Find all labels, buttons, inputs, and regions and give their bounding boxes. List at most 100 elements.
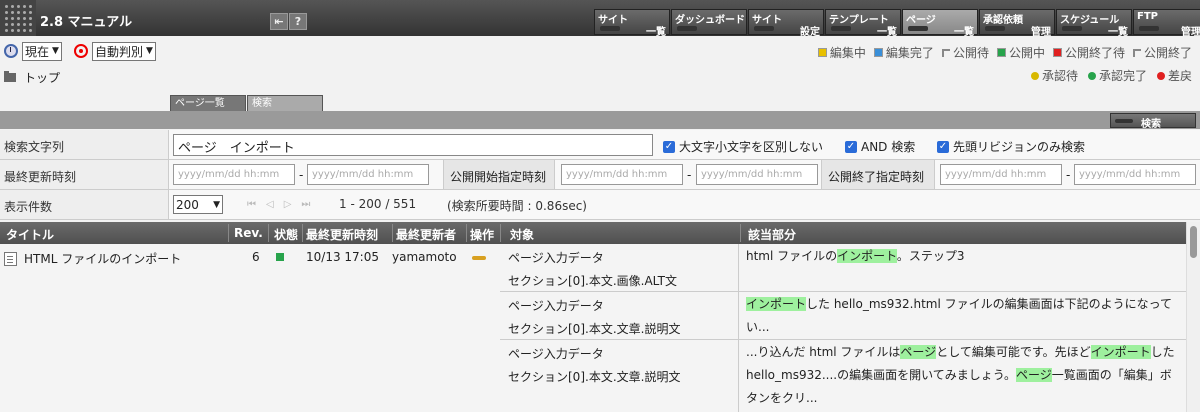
status-legend: 編集中 編集完了 公開待 公開中 公開終了待 公開終了 [817,44,1192,61]
legend-item: 差戻 [1156,67,1192,84]
logo-dot [11,11,14,14]
search-button-label: 検索 [1141,119,1161,130]
logo-dot [23,17,26,20]
chevron-down-icon: ▼ [52,46,59,56]
vertical-scrollbar[interactable] [1186,222,1200,412]
pub-start-label: 公開開始指定時刻 [443,160,555,189]
logo-dot [11,17,14,20]
breadcrumb: トップ [4,69,60,86]
and-checkbox-label: AND 検索 [861,140,916,154]
chevron-down-icon: ▼ [213,199,220,210]
chevron-down-icon: ▼ [145,46,153,56]
nav-item-label: ページ [906,15,936,26]
nav-bar-icon [600,26,620,31]
updated-to-input[interactable]: yyyy/mm/dd hh:mm [307,164,429,185]
logo-dot [29,5,32,8]
checkbox-checked-icon: ✓ [663,140,675,153]
count-label: 表示件数 [4,200,53,214]
search-button[interactable]: 検索 [1110,113,1196,130]
nav-item[interactable]: 承認依頼 管理 [979,9,1055,38]
match-target-path: セクション[0].本文.文章.説明文 [508,322,681,336]
snippet-text: として編集可能です。先ほど [936,345,1091,359]
nav-item[interactable]: ページ 一覧 [902,9,978,38]
logo-dot [23,23,26,26]
tab-page-list[interactable]: ページ一覧 [170,95,246,111]
logo-dot [29,23,32,26]
logo-dot [17,11,20,14]
updated-from-input[interactable]: yyyy/mm/dd hh:mm [173,164,295,185]
tab-search[interactable]: 検索 [247,95,323,111]
table-row[interactable]: HTML ファイルのインポート 6 10/13 17:05 yamamoto [0,244,500,412]
nav-item[interactable]: テンプレート 一覧 [825,9,901,38]
match-snippet: html ファイルのインポート。ステップ3 [746,245,1176,268]
breadcrumb-top[interactable]: トップ [24,69,60,86]
range-dash: - [687,168,692,182]
prev-page-icon[interactable]: ◁ [266,199,274,210]
legend-item: 承認待 [1030,67,1078,84]
legend-label: 編集中 [829,46,866,60]
time-select[interactable]: 現在 ▼ [22,41,62,61]
head-revision-label: 先頭リビジョンのみ検索 [953,140,1086,154]
status-published-icon [276,253,284,261]
and-checkbox[interactable]: ✓ AND 検索 [845,138,915,155]
first-page-icon[interactable]: ⏮ [247,199,256,210]
help-icon[interactable]: ? [289,13,307,30]
match-target-path: セクション[0].本文.画像.ALT文 [508,274,678,288]
column-header[interactable]: Rev. [234,226,263,240]
pub-end-label: 公開終了指定時刻 [821,160,935,189]
legend-label: 承認待 [1041,69,1078,83]
edit-operation-icon[interactable] [472,256,486,260]
mode-select[interactable]: 自動判別 ▼ [91,41,156,61]
column-header[interactable]: 最終更新時刻 [306,226,378,243]
row-title[interactable]: HTML ファイルのインポート [24,250,181,267]
legend-item: 公開待 [941,44,989,61]
nav-bar-icon [677,26,697,31]
view-toolbar: 現在 ▼ 自動判別 ▼ [4,40,156,62]
pub-end-from-input[interactable]: yyyy/mm/dd hh:mm [940,164,1062,185]
nav-bar-icon [908,26,928,31]
nav-item[interactable]: サイト 設定 [748,9,824,38]
legend-swatch-icon [1087,71,1096,80]
next-page-icon[interactable]: ▷ [284,199,292,210]
nav-item[interactable]: サイト 一覧 [594,9,670,38]
nav-item-sublabel: 一覧 [1108,27,1128,38]
column-header[interactable]: 最終更新者 [396,226,456,243]
pub-end-to-input[interactable]: yyyy/mm/dd hh:mm [1074,164,1196,185]
snippet-text: 。ステップ3 [896,249,965,263]
top-bar: 2.8 マニュアル ⇤ ? サイト 一覧 ダッシュボード サイト 設定 テンプレート 一覧ペ… [0,0,1200,38]
pub-start-from-input[interactable]: yyyy/mm/dd hh:mm [561,164,683,185]
head-revision-checkbox[interactable]: ✓ 先頭リビジョンのみ検索 [937,138,1085,155]
date-row: 最終更新時刻 yyyy/mm/dd hh:mm - yyyy/mm/dd hh:… [0,160,1200,190]
column-header[interactable]: 該当部分 [748,226,796,243]
legend-item: 編集中 [817,44,866,61]
keyword-row: 検索文字列 ページ インポート ✓ 大文字小文字を区別しない ✓ AND 検索 ✓ 先… [0,130,1200,160]
legend-label: 公開終了待 [1064,46,1125,60]
count-row: 表示件数 200 ▼ ⏮ ◁ ▷ ⏭ 1 - 200 / 551 (検索所要時間 … [0,190,1200,220]
app-logo-icon[interactable] [0,0,36,36]
pub-start-to-input[interactable]: yyyy/mm/dd hh:mm [696,164,818,185]
match-snippet: ...り込んだ html ファイルはページとして編集可能です。先ほどインポートし… [746,341,1176,410]
snippet-text: した hello_ms932.html ファイルの編集画面は下記のようになってい… [746,297,1173,334]
results-body: HTML ファイルのインポート 6 10/13 17:05 yamamoto ペ… [0,244,1186,412]
keyword-input[interactable]: ページ インポート [173,134,653,156]
match-target: ページ入力データ [508,347,604,361]
logo-dot [11,29,14,32]
legend-swatch-icon [817,48,827,57]
nav-item[interactable]: スケジュール 一覧 [1056,9,1132,38]
nav-item-sublabel: 管理 [1031,27,1051,38]
nav-item[interactable]: FTP 管理 [1133,9,1200,38]
time-select-value: 現在 [25,44,50,59]
exit-icon[interactable]: ⇤ [270,13,288,30]
column-separator [738,292,739,339]
nav-item[interactable]: ダッシュボード [671,9,747,35]
last-page-icon[interactable]: ⏭ [301,199,310,210]
folder-icon [4,71,16,82]
column-header[interactable]: 操作 [470,226,494,243]
scroll-thumb[interactable] [1190,226,1197,258]
column-header[interactable]: 対象 [510,226,534,243]
column-header[interactable]: タイトル [6,226,54,243]
column-header[interactable]: 状態 [274,226,298,243]
case-checkbox[interactable]: ✓ 大文字小文字を区別しない [663,138,823,155]
match-snippet: インポートした hello_ms932.html ファイルの編集画面は下記のよう… [746,293,1176,339]
count-select[interactable]: 200 ▼ [173,195,223,214]
